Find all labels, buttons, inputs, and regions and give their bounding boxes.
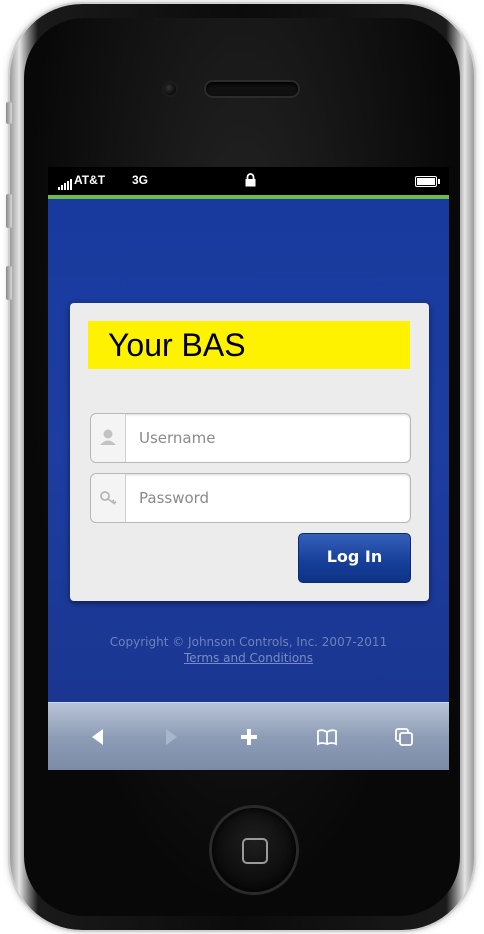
- volume-up-button[interactable]: [6, 194, 12, 228]
- forward-icon[interactable]: [155, 721, 187, 753]
- login-card: Your BAS Username Log In: [70, 303, 429, 601]
- browser-toolbar: [48, 702, 449, 770]
- terms-link[interactable]: Terms and Conditions: [48, 651, 449, 665]
- carrier-label: AT&T: [74, 173, 106, 187]
- username-field[interactable]: [90, 413, 411, 463]
- brand-title: Your BAS: [108, 327, 246, 363]
- brand-banner: Your BAS: [88, 321, 410, 369]
- lock-icon: [245, 173, 256, 187]
- network-label: 3G: [132, 173, 149, 187]
- volume-down-button[interactable]: [6, 266, 12, 300]
- key-icon: [91, 474, 126, 522]
- back-icon[interactable]: [82, 721, 114, 753]
- pages-icon[interactable]: [388, 721, 420, 753]
- mute-switch[interactable]: [6, 102, 12, 124]
- password-field[interactable]: [90, 473, 411, 523]
- front-camera: [164, 83, 176, 95]
- login-page: Your BAS Username Log In Copyright © Joh…: [48, 199, 449, 702]
- status-bar: AT&T 3G: [48, 167, 449, 195]
- password-input[interactable]: [137, 486, 401, 510]
- home-button[interactable]: [212, 808, 296, 892]
- user-icon: [91, 414, 126, 462]
- add-icon[interactable]: [233, 721, 265, 753]
- bookmarks-icon[interactable]: [311, 721, 343, 753]
- login-button[interactable]: Log In: [298, 533, 411, 583]
- home-square-icon: [242, 838, 268, 864]
- signal-bars-icon: [58, 176, 73, 190]
- earpiece-speaker: [206, 82, 298, 96]
- username-input[interactable]: [137, 426, 401, 450]
- phone-screen: AT&T 3G Your BAS Username Log In Copyrig…: [48, 167, 449, 770]
- battery-icon: [415, 176, 440, 187]
- copyright-text: Copyright © Johnson Controls, Inc. 2007-…: [109, 635, 388, 649]
